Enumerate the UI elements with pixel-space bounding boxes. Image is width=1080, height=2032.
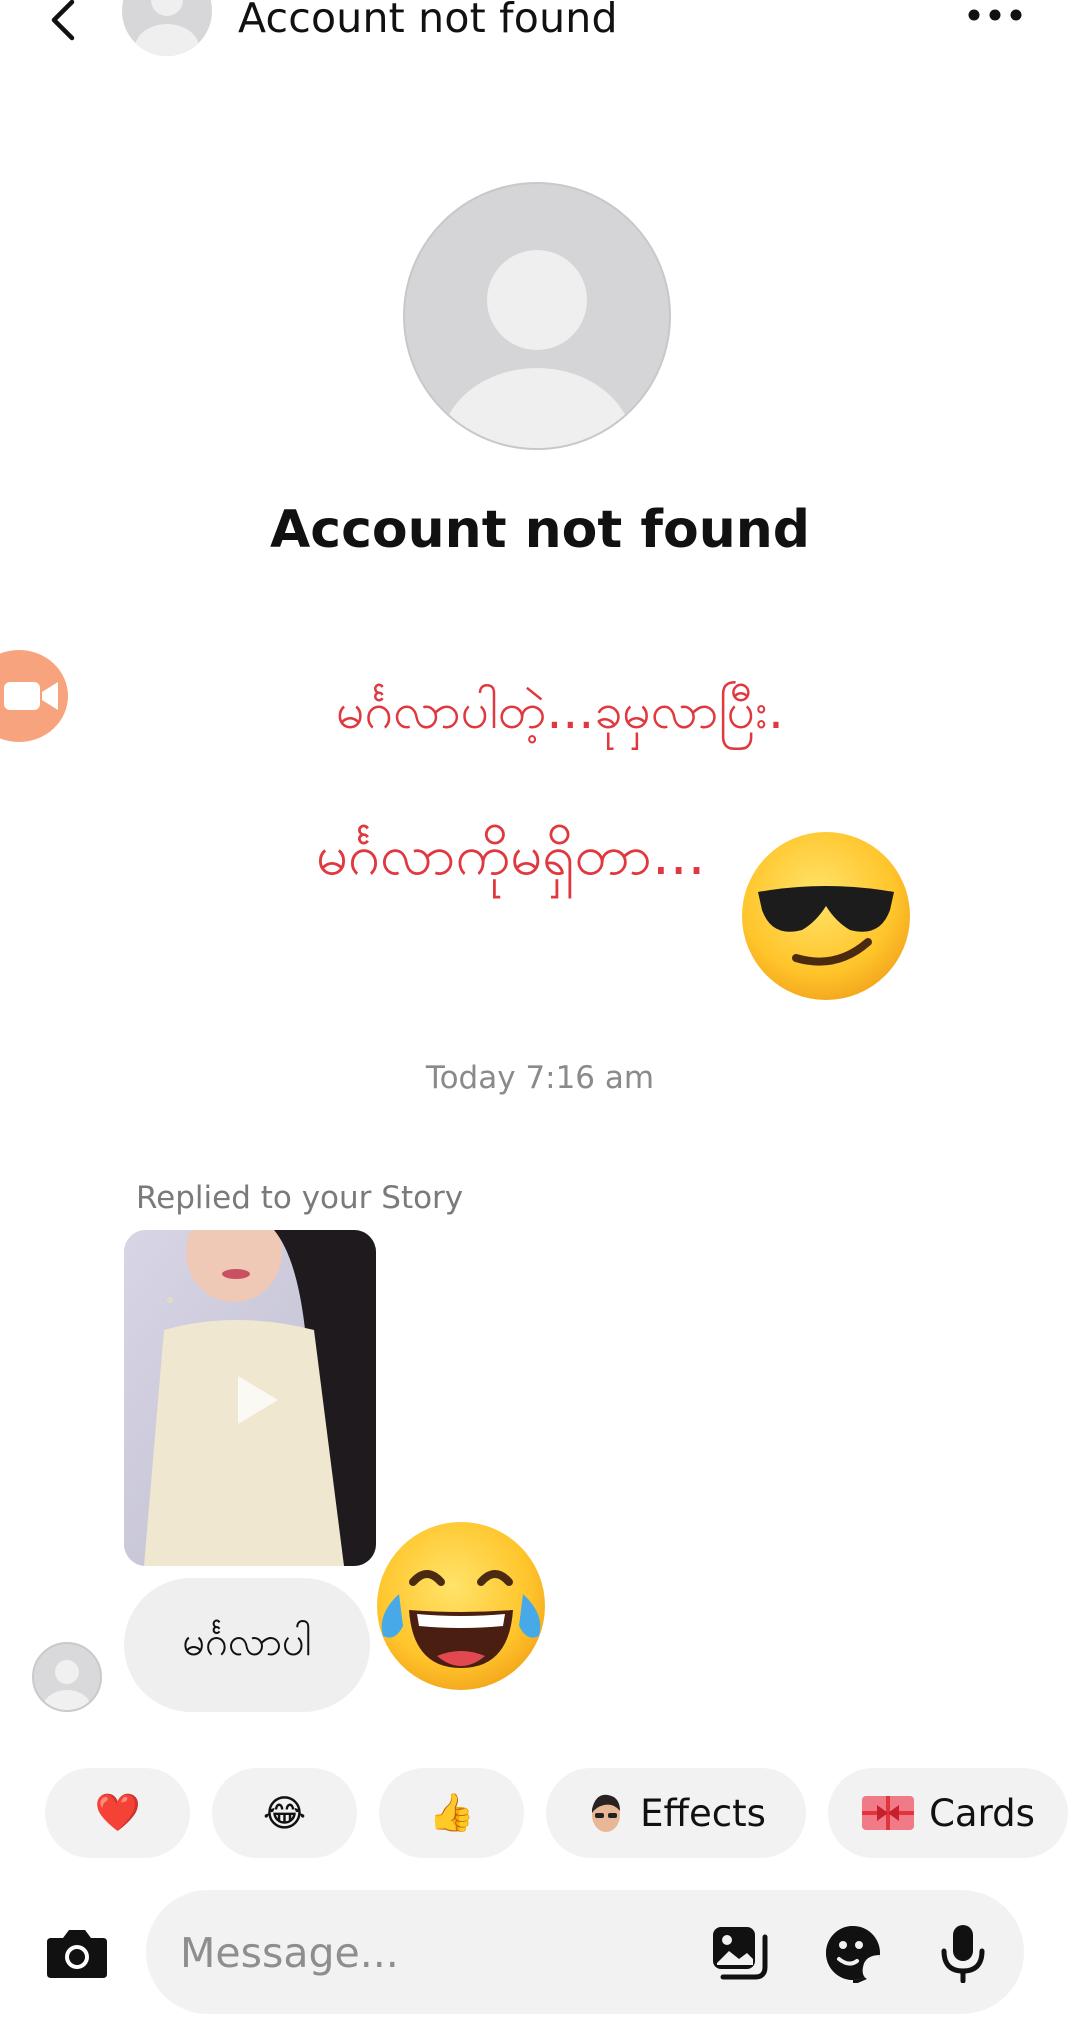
header-avatar[interactable] [122, 0, 212, 56]
sender-avatar[interactable] [32, 1642, 102, 1712]
chat-header: Account not found [0, 0, 1080, 60]
cards-label: Cards [929, 1791, 1035, 1835]
message-timestamp: Today 7:16 am [425, 1060, 655, 1096]
story-thumbnail[interactable] [124, 1230, 376, 1566]
laughing-emoji-icon: 😂 [262, 1791, 307, 1835]
profile-name: Account not found [270, 500, 810, 560]
back-button[interactable] [38, 0, 88, 52]
chat-screen: Account not found Account not found မင်္… [0, 0, 1080, 2032]
gallery-button[interactable] [708, 1922, 770, 1984]
effects-button[interactable]: Effects [546, 1768, 806, 1858]
message-composer [146, 1890, 1024, 2016]
replied-to-story-label: Replied to your Story [136, 1180, 464, 1216]
more-options-button[interactable] [960, 0, 1030, 40]
camera-button[interactable] [44, 1920, 110, 1986]
overlay-caption-1: မင်္ဂလာပါတဲ့...ခုမှလာပြီး. [336, 682, 784, 740]
cards-button[interactable]: Cards [828, 1768, 1068, 1858]
header-title[interactable]: Account not found [238, 0, 618, 42]
tears-of-joy-emoji [377, 1522, 545, 1690]
more-horizontal-icon [968, 9, 1022, 21]
quick-reaction-heart[interactable]: ❤️ [45, 1768, 190, 1858]
quick-reaction-thumbs-up[interactable]: 👍 [379, 1768, 524, 1858]
gallery-icon [713, 1927, 768, 1980]
quick-reaction-joy[interactable]: 😂 [212, 1768, 357, 1858]
message-input[interactable] [178, 1890, 662, 2016]
sticker-icon [826, 1926, 880, 1983]
overlay-caption-2: မင်္ဂလာကိုမရှိတာ... [316, 823, 706, 888]
thumbs-up-icon: 👍 [428, 1791, 475, 1834]
chevron-left-icon [51, 0, 75, 41]
play-icon [238, 1376, 278, 1424]
default-avatar-icon [43, 1660, 91, 1710]
smirking-sunglasses-emoji [742, 832, 910, 1000]
default-avatar-icon [135, 0, 199, 56]
default-avatar-icon [441, 250, 633, 448]
microphone-button[interactable] [932, 1922, 994, 1984]
heart-icon: ❤️ [94, 1791, 141, 1834]
sticker-button[interactable] [822, 1922, 884, 1984]
profile-avatar[interactable] [403, 182, 671, 450]
gift-card-icon [862, 1796, 915, 1830]
message-bubble[interactable]: မင်္ဂလာပါ [124, 1578, 370, 1712]
microphone-icon [941, 1925, 985, 1983]
camera-icon [47, 1930, 107, 1978]
effects-label: Effects [640, 1791, 766, 1835]
effects-face-icon [592, 1794, 621, 1832]
